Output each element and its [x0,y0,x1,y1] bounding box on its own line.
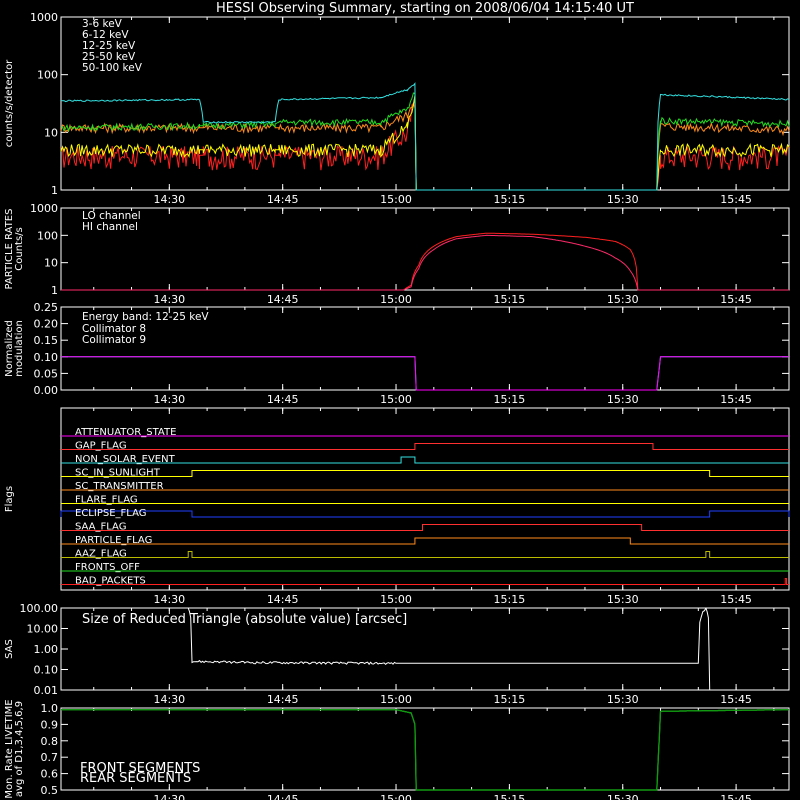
y-tick-label: 1 [51,284,58,297]
flag-label: AAZ_FLAG [75,549,127,560]
x-tick-label: 15:15 [494,793,526,800]
flag-label: SAA_FLAG [75,522,126,533]
legend-entry: 50-100 keV [82,62,143,74]
x-tick-label: 15:00 [380,593,412,606]
x-tick-label: 15:15 [494,693,526,706]
y-tick-label: 0.20 [34,318,59,331]
x-tick-label: 15:00 [380,193,412,206]
x-tick-label: 15:30 [607,193,639,206]
y-tick-label: 0.05 [34,367,59,380]
x-tick-label: 15:30 [607,793,639,800]
y-tick-label: 0.10 [34,351,59,364]
x-tick-label: 15:15 [494,293,526,306]
x-tick-label: 15:45 [720,393,752,406]
x-tick-label: 15:15 [494,593,526,606]
y-tick-label: 0.6 [41,768,59,781]
x-tick-label: 15:45 [720,293,752,306]
legend-entry: REAR SEGMENTS [80,771,191,786]
x-tick-label: 15:45 [720,693,752,706]
y-tick-label: 0.9 [41,718,59,731]
flag-label: GAP_FLAG [75,441,127,452]
x-tick-label: 15:00 [380,393,412,406]
flag-label: NON_SOLAR_EVENT [75,454,176,465]
legend-entry: Collimator 9 [82,334,146,346]
y-tick-label: 1 [51,184,58,197]
x-tick-label: 15:30 [607,593,639,606]
legend-entry: HI channel [82,221,138,233]
y-tick-label: 1.00 [34,643,59,656]
y-tick-label: 0.8 [41,735,59,748]
y-axis-label-2: Counts/s [14,227,25,271]
x-tick-label: 14:30 [153,193,185,206]
flag-label: SC_TRANSMITTER [75,481,164,492]
x-tick-label: 15:00 [380,293,412,306]
flag-label: SC_IN_SUNLIGHT [75,468,161,479]
y-tick-label: 100 [37,229,58,242]
y-tick-label: 10 [44,257,58,270]
x-tick-label: 15:30 [607,693,639,706]
y-axis-label: counts/s/detector [4,59,15,147]
x-tick-label: 15:45 [720,793,752,800]
x-tick-label: 15:15 [494,193,526,206]
annotation: Energy band: 12-25 keV [82,311,209,323]
y-tick-label: 100 [37,69,58,82]
y-tick-label: 100.00 [20,602,59,615]
flag-label: FLARE_FLAG [75,495,138,506]
x-tick-label: 15:30 [607,293,639,306]
y-tick-label: 1000 [30,202,58,215]
y-axis-label-2: avg of D1,3,4,5,6,9 [14,701,25,797]
y-axis-label: SAS [4,639,15,659]
x-tick-label: 15:30 [607,393,639,406]
x-tick-label: 14:45 [267,393,299,406]
flag-label: ECLIPSE_FLAG [75,508,146,519]
y-axis-label: Flags [4,486,15,512]
x-tick-label: 15:45 [720,593,752,606]
flag-label: ATTENUATOR_STATE [75,427,176,438]
y-tick-label: 0.01 [34,684,59,697]
figure-title: HESSI Observing Summary, starting on 200… [216,1,634,16]
y-tick-label: 1000 [30,11,58,24]
y-tick-label: 0.00 [34,384,59,397]
x-tick-label: 14:45 [267,693,299,706]
hessi-summary-figure: HESSI Observing Summary, starting on 200… [0,0,800,800]
y-tick-label: 10.00 [27,623,59,636]
x-tick-label: 15:45 [720,193,752,206]
flag-label: FRONTS_OFF [75,562,140,573]
flag-label: PARTICLE_FLAG [75,535,152,546]
x-tick-label: 14:45 [267,793,299,800]
x-tick-label: 15:00 [380,793,412,800]
x-tick-label: 14:30 [153,393,185,406]
x-tick-label: 14:30 [153,293,185,306]
flag-label: BAD_PACKETS [75,576,146,587]
x-tick-label: 14:30 [153,693,185,706]
x-tick-label: 15:15 [494,393,526,406]
y-tick-label: 0.5 [41,784,59,797]
y-tick-label: 10 [44,126,58,139]
y-tick-label: 0.10 [34,664,59,677]
y-axis-label-2: modulation [14,320,25,377]
x-tick-label: 14:45 [267,293,299,306]
x-tick-label: 14:30 [153,593,185,606]
x-tick-label: 14:45 [267,593,299,606]
y-tick-label: 0.15 [34,334,59,347]
x-tick-label: 14:30 [153,793,185,800]
x-tick-label: 15:00 [380,693,412,706]
annotation: Size of Reduced Triangle (absolute value… [82,612,407,627]
y-tick-label: 0.25 [34,301,59,314]
x-tick-label: 14:45 [267,193,299,206]
y-tick-label: 0.7 [41,751,59,764]
y-tick-label: 1.0 [41,702,59,715]
